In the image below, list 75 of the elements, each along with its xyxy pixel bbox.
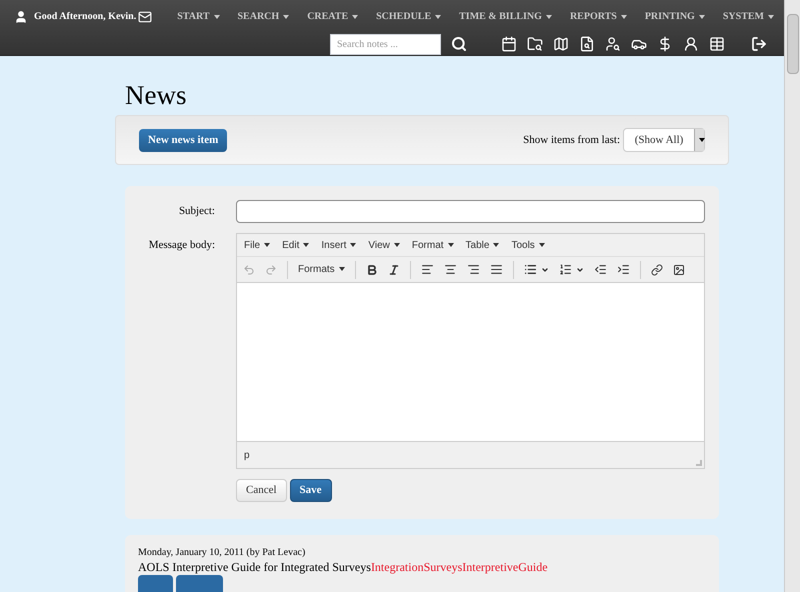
news-tag[interactable]: Integration [370,560,424,574]
caret-icon [435,14,442,19]
numbered-list-icon[interactable] [558,263,572,276]
nav-menu[interactable]: SEARCH [228,9,298,24]
nav-menu[interactable]: REPORTS [560,9,636,24]
editor-menu[interactable]: Format [412,238,454,252]
caret-icon[interactable] [576,266,584,274]
filter-label: Show items from last: [523,132,620,148]
editor-menu[interactable]: View [368,238,400,252]
caret-icon [214,14,220,19]
editor-menu[interactable]: Tools [511,238,545,252]
formats-menu[interactable]: Formats [298,262,345,277]
cancel-button[interactable]: Cancel [236,479,287,502]
caret-icon [283,14,290,19]
mail-icon [138,10,152,24]
caret-icon [768,14,774,19]
page-title: News [125,80,188,110]
align-center-icon[interactable] [444,263,457,276]
logout-icon[interactable] [751,36,767,52]
user-icon [14,10,28,24]
align-left-icon[interactable] [420,263,434,276]
nav-menu[interactable]: SCHEDULE [367,9,450,24]
resize-handle-icon[interactable] [696,460,702,466]
editor-menu[interactable]: Table [466,238,500,252]
nav-menu[interactable]: CREATE [298,9,368,24]
news-tag[interactable]: InterpretiveGuide [462,560,548,574]
editor-menu[interactable]: Insert [321,238,356,252]
document-search-icon[interactable] [579,36,595,52]
caret-icon [493,242,500,247]
news-tag[interactable]: Surveys [424,560,462,574]
justify-icon[interactable] [490,263,503,276]
scrollbar[interactable] [784,0,800,592]
table-icon[interactable] [709,36,725,52]
nav-menu[interactable]: PRINTING [636,9,714,24]
caret-icon [338,267,345,272]
caret-icon [352,14,358,19]
link-icon[interactable] [650,264,663,276]
nav-menu[interactable]: SYSTEM [714,9,783,24]
bold-icon[interactable] [366,264,378,276]
caret-icon [350,242,356,247]
indent-icon[interactable] [616,263,630,276]
save-button[interactable]: Save [290,479,332,502]
subject-field[interactable] [236,200,705,223]
field-label: Subject: [178,204,215,220]
caret-icon [698,14,705,19]
news-meta: Monday, January 10, 2011 (by Pat Levac) [138,546,306,560]
search-icon[interactable] [451,36,467,52]
nav-menu[interactable]: START [168,9,228,24]
editor-menu[interactable]: File [244,238,270,252]
caret-icon [546,14,552,19]
news-title: AOLS Interpretive Guide for Integrated Surveys [138,560,371,574]
caret-icon [448,242,454,247]
element-path: p [244,448,250,462]
search-field[interactable]: Search notes ... [330,34,441,55]
calendar-icon[interactable] [501,36,517,52]
caret-icon [620,14,627,19]
outdent-icon[interactable] [594,263,607,276]
new-item-button[interactable]: New news item [139,128,228,152]
period-select[interactable]: (Show All) [623,128,705,152]
editor-menu[interactable]: Edit [282,238,310,252]
align-right-icon[interactable] [466,263,480,276]
folder-search-icon[interactable] [527,36,543,52]
greeting: Good Afternoon, Kevin. [34,10,136,24]
caret-icon [698,138,704,142]
nav-menu[interactable]: TIME & BILLING [450,9,561,24]
caret-icon [394,242,400,247]
caret-icon [264,242,270,247]
caret-icon [303,242,310,247]
image-icon[interactable] [672,264,685,276]
bullet-list-icon[interactable] [524,263,537,276]
field-label: Message body: [148,238,215,253]
caret-icon[interactable] [540,266,549,274]
caret-icon [538,242,545,247]
italic-icon[interactable] [388,264,400,276]
person-search-icon[interactable] [605,36,621,52]
